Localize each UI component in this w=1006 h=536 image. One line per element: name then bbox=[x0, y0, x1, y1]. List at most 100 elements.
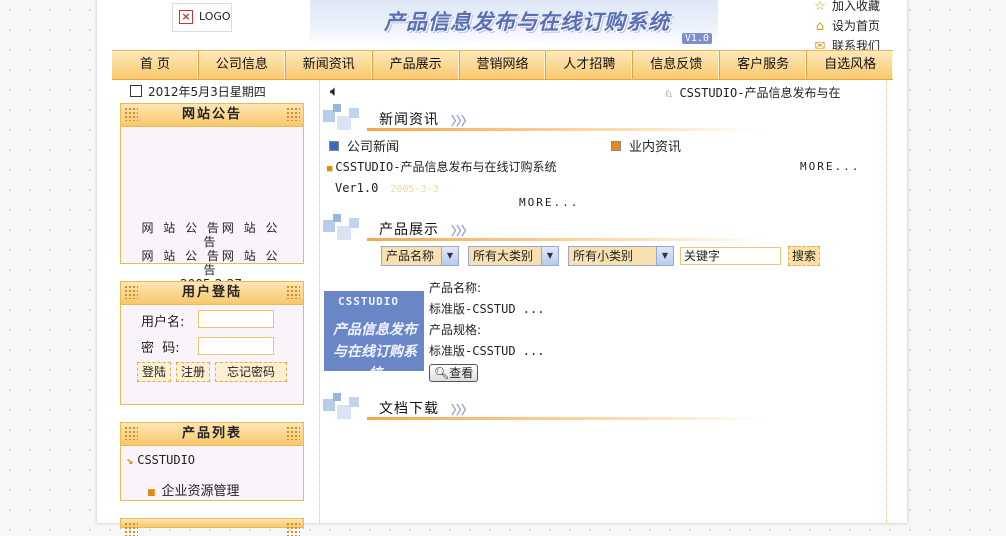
product-image[interactable]: CSSTUDIO 产品信息发布与在线订购系统 bbox=[324, 291, 424, 371]
product-name-select-value: 产品名称 bbox=[386, 249, 435, 263]
chevron-down-icon: ▼ bbox=[656, 247, 673, 265]
banner: 产品信息发布与在线订购系统 V1.0 bbox=[310, 0, 718, 47]
news-item-title: CSSTUDIO-产品信息发布与在线订购系统 bbox=[335, 160, 557, 174]
product-info: 产品名称: 标准版-CSSTUD ... 产品规格: 标准版-CSSTUD ..… bbox=[429, 278, 544, 362]
chevron-down-icon: ▼ bbox=[441, 247, 458, 265]
product-image-caption: 产品信息发布与在线订购系统 bbox=[333, 322, 417, 371]
docs-section-arrows: 〉〉〉 bbox=[451, 403, 473, 417]
header: × LOGO 产品信息发布与在线订购系统 V1.0 ☆ 加入收藏 ⌂ 设为首页 ✉ 联… bbox=[112, 0, 893, 54]
product-image-brand: CSSTUDIO bbox=[338, 295, 399, 308]
next-panel-head bbox=[121, 519, 303, 536]
news-section-title: 新闻资讯 bbox=[379, 112, 439, 128]
keyword-input[interactable]: 关键字 bbox=[680, 247, 781, 265]
product-category-label: CSSTUDIO bbox=[137, 453, 196, 467]
product-item-link[interactable]: ■ 企业资源管理 bbox=[147, 480, 240, 499]
login-panel: 用户登陆 用户名: 密 码: 登陆 注册 忘记密码 bbox=[120, 281, 304, 405]
news-tab-company[interactable]: 公司新闻 bbox=[329, 136, 399, 155]
products-section-title: 产品展示 bbox=[379, 222, 439, 238]
notice-panel: 网站公告 网 站 公 告网 站 公 告 网 站 公 告网 站 公 告 2005-… bbox=[120, 103, 304, 291]
page-container: × LOGO 产品信息发布与在线订购系统 V1.0 ☆ 加入收藏 ⌂ 设为首页 ✉ 联… bbox=[97, 0, 907, 536]
view-button-label: 查看 bbox=[449, 366, 474, 380]
section-decoration-icon bbox=[323, 104, 367, 132]
product-list-panel: 产品列表 ↘ CSSTUDIO ■ 企业资源管理 bbox=[120, 422, 304, 501]
username-input[interactable] bbox=[198, 310, 274, 328]
notice-line: 网 站 公 告网 站 公 告 bbox=[141, 249, 281, 277]
add-favorite-link[interactable]: ☆ 加入收藏 bbox=[812, 0, 902, 16]
nav-sales-network[interactable]: 营销网络 bbox=[460, 51, 547, 79]
nav-products[interactable]: 产品展示 bbox=[373, 51, 460, 79]
product-category-link[interactable]: ↘ CSSTUDIO bbox=[126, 453, 195, 467]
news-marquee[interactable]: ♘ CSSTUDIO-产品信息发布与在 bbox=[665, 84, 855, 101]
big-category-select[interactable]: 所有大类别 ▼ bbox=[468, 246, 559, 266]
banner-version: V1.0 bbox=[681, 33, 712, 44]
news-item[interactable]: ■ CSSTUDIO-产品信息发布与在线订购系统 Ver1.0 2005-3-3 bbox=[327, 158, 587, 199]
checkbox-icon bbox=[329, 141, 339, 151]
marquee-text: CSSTUDIO-产品信息发布与在 bbox=[679, 86, 841, 100]
add-favorite-label: 加入收藏 bbox=[832, 0, 881, 13]
product-name-label: 产品名称: bbox=[429, 281, 482, 295]
set-homepage-link[interactable]: ⌂ 设为首页 bbox=[812, 16, 902, 36]
docs-section-header: 文档下载 〉〉〉 bbox=[323, 393, 763, 421]
bullet-icon: ■ bbox=[147, 488, 156, 498]
news-item-date: 2005-3-3 bbox=[390, 184, 439, 195]
star-icon: ☆ bbox=[814, 0, 826, 14]
register-button[interactable]: 注册 bbox=[176, 362, 211, 382]
next-panel bbox=[120, 518, 304, 536]
news-tab-company-label: 公司新闻 bbox=[347, 140, 400, 155]
nav-recruitment[interactable]: 人才招聘 bbox=[546, 51, 634, 79]
product-spec-value: 标准版-CSSTUD ... bbox=[429, 344, 545, 358]
products-section-arrows: 〉〉〉 bbox=[451, 224, 473, 238]
section-divider bbox=[367, 238, 763, 241]
news-more-link-2[interactable]: MORE... bbox=[519, 196, 579, 209]
section-decoration-icon bbox=[323, 214, 367, 242]
product-item-label: 企业资源管理 bbox=[161, 484, 240, 499]
news-tab-industry[interactable]: 业内资讯 bbox=[611, 136, 681, 155]
login-title: 用户登陆 bbox=[121, 282, 303, 305]
password-input[interactable] bbox=[198, 337, 274, 355]
main-nav: 首 页 公司信息 新闻资讯 产品展示 营销网络 人才招聘 信息反馈 客户服务 自… bbox=[112, 50, 893, 80]
product-name-select[interactable]: 产品名称 ▼ bbox=[381, 246, 459, 266]
date-text: 2012年5月3日星期四 bbox=[148, 85, 266, 99]
broken-image-icon: × bbox=[179, 10, 193, 24]
product-name-value: 标准版-CSSTUD ... bbox=[429, 302, 545, 316]
login-button[interactable]: 登陆 bbox=[137, 362, 172, 382]
password-label: 密 码: bbox=[141, 341, 180, 356]
speaker-icon: 🔈︎ bbox=[330, 82, 340, 100]
magnifier-icon: 🔍︎ bbox=[434, 366, 450, 380]
nav-customer-service[interactable]: 客户服务 bbox=[720, 51, 808, 79]
checkbox-icon bbox=[611, 141, 621, 151]
username-label: 用户名: bbox=[141, 315, 185, 330]
section-divider bbox=[367, 417, 763, 420]
docs-section-title: 文档下载 bbox=[379, 401, 439, 417]
section-decoration-icon bbox=[323, 393, 367, 421]
news-tab-industry-label: 业内资讯 bbox=[629, 140, 682, 155]
quick-links: ☆ 加入收藏 ⌂ 设为首页 ✉ 联系我们 bbox=[812, 0, 902, 56]
small-category-select-value: 所有小类别 bbox=[573, 249, 634, 263]
date-display: 2012年5月3日星期四 bbox=[130, 83, 266, 100]
section-divider bbox=[367, 128, 763, 131]
chevron-down-icon: ▼ bbox=[541, 247, 558, 265]
nav-style[interactable]: 自选风格 bbox=[807, 51, 893, 79]
logo-text: LOGO bbox=[199, 10, 231, 23]
product-spec-label: 产品规格: bbox=[429, 323, 482, 337]
news-more-link[interactable]: MORE... bbox=[800, 160, 860, 173]
notice-line: 网 站 公 告网 站 公 告 bbox=[141, 221, 281, 249]
logo[interactable]: × LOGO bbox=[172, 3, 232, 32]
news-section-arrows: 〉〉〉 bbox=[451, 114, 473, 128]
nav-news[interactable]: 新闻资讯 bbox=[286, 51, 373, 79]
forgot-password-button[interactable]: 忘记密码 bbox=[215, 362, 287, 382]
bullet-icon: ■ bbox=[327, 164, 333, 174]
news-section-header: 新闻资讯 〉〉〉 bbox=[323, 104, 763, 132]
view-button[interactable]: 🔍︎查看 bbox=[429, 364, 479, 382]
marquee-icon: ♘ bbox=[665, 86, 680, 100]
arrow-icon: ↘ bbox=[126, 453, 134, 467]
nav-feedback[interactable]: 信息反馈 bbox=[633, 51, 721, 79]
banner-title: 产品信息发布与在线订购系统 bbox=[384, 9, 670, 34]
search-button[interactable]: 搜索 bbox=[788, 246, 821, 266]
nav-company-info[interactable]: 公司信息 bbox=[199, 51, 286, 79]
big-category-select-value: 所有大类别 bbox=[473, 249, 534, 263]
nav-home[interactable]: 首 页 bbox=[112, 51, 199, 79]
products-section-header: 产品展示 〉〉〉 bbox=[323, 214, 763, 242]
small-category-select[interactable]: 所有小类别 ▼ bbox=[568, 246, 674, 266]
set-homepage-label: 设为首页 bbox=[832, 19, 881, 33]
